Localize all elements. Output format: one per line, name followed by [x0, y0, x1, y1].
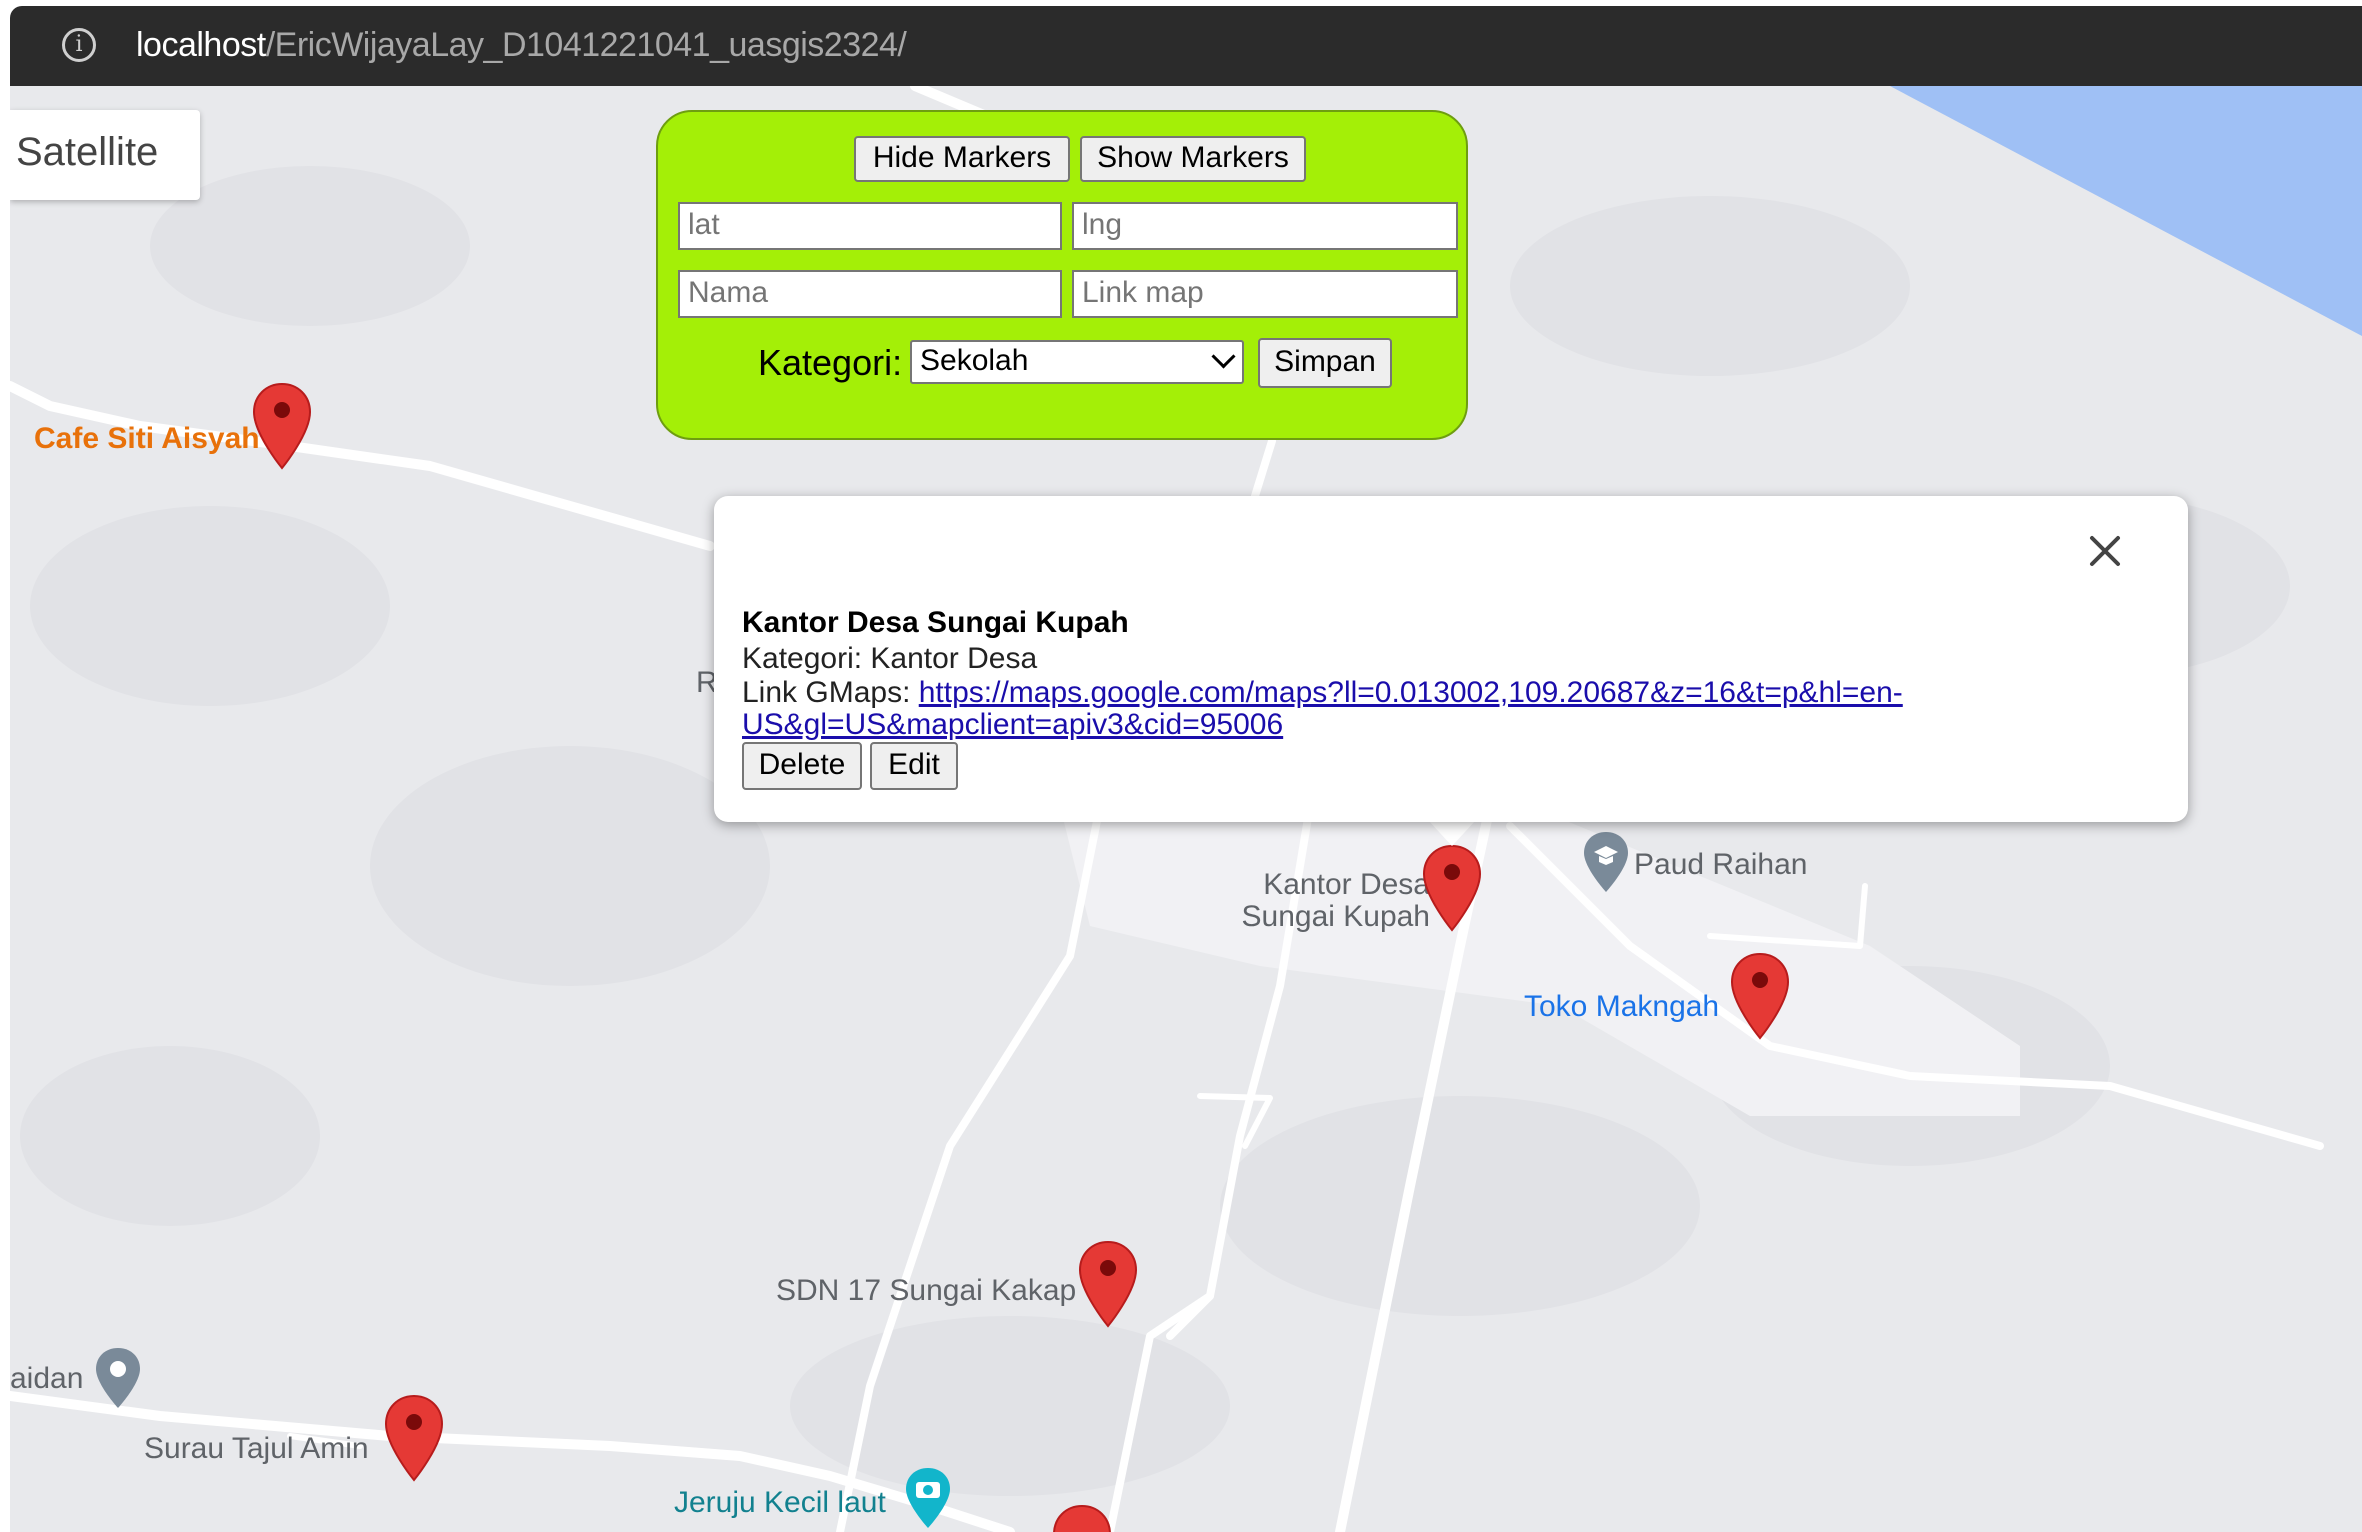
- marker-form-panel: Hide Markers Show Markers lat lng Nama L…: [656, 110, 1468, 440]
- place-label-kantor-line2[interactable]: Sungai Kupah: [1230, 900, 1431, 934]
- link-map-placeholder: Link map: [1082, 276, 1204, 309]
- url-text[interactable]: localhost/EricWijayaLay_D1041221041_uasg…: [136, 26, 907, 65]
- place-label-aidan[interactable]: aidan: [10, 1362, 83, 1396]
- info-window-kategori: Kategori: Kantor Desa: [742, 642, 1038, 675]
- place-label-sdn[interactable]: SDN 17 Sungai Kakap: [776, 1274, 1076, 1308]
- place-label-kantor-line1[interactable]: Kantor Desa: [1250, 868, 1430, 902]
- satellite-label: Satellite: [16, 130, 159, 174]
- school-poi-icon[interactable]: [1582, 830, 1630, 896]
- lat-placeholder: lat: [688, 208, 720, 241]
- place-label-paud[interactable]: Paud Raihan: [1634, 848, 1807, 882]
- gmaps-link-part2[interactable]: US&gl=US&mapclient=apiv3&cid=95006: [742, 708, 1283, 742]
- info-circle-icon[interactable]: i: [62, 28, 96, 62]
- info-window-link-line: Link GMaps: https://maps.google.com/maps…: [742, 676, 1903, 710]
- kategori-label: Kategori:: [758, 342, 903, 383]
- url-path: /EricWijayaLay_D1041221041_uasgis2324/: [265, 26, 907, 64]
- kategori-selected-value: Sekolah: [920, 344, 1029, 377]
- info-window-tail: [1428, 820, 1476, 846]
- show-markers-button[interactable]: Show Markers: [1080, 136, 1306, 182]
- info-window-title: Kantor Desa Sungai Kupah: [742, 606, 1129, 639]
- lng-placeholder: lng: [1082, 208, 1123, 241]
- edit-button[interactable]: Edit: [870, 742, 958, 790]
- marker-surau-tajul-amin[interactable]: [384, 1394, 444, 1482]
- url-host: localhost: [136, 26, 266, 64]
- browser-address-bar[interactable]: i localhost/EricWijayaLay_D1041221041_ua…: [10, 6, 2362, 86]
- lat-input[interactable]: lat: [678, 202, 1062, 250]
- map-canvas[interactable]: Satellite Hide Markers Show Markers lat …: [10, 86, 2362, 1532]
- camera-poi-icon[interactable]: [904, 1466, 952, 1532]
- place-label-jeruju[interactable]: Jeruju Kecil laut: [674, 1486, 886, 1520]
- marker-cafe-siti-aisyah[interactable]: [252, 382, 312, 470]
- info-window-link-prefix: Link GMaps:: [742, 676, 919, 709]
- marker-kantor-desa[interactable]: [1422, 844, 1482, 932]
- nama-input[interactable]: Nama: [678, 270, 1062, 318]
- close-icon[interactable]: [2080, 526, 2130, 576]
- pin-poi-icon[interactable]: [94, 1346, 142, 1412]
- place-label-cafe[interactable]: Cafe Siti Aisyah: [34, 422, 260, 456]
- kategori-select[interactable]: Sekolah: [910, 340, 1244, 384]
- marker-toko-makngah[interactable]: [1730, 952, 1790, 1040]
- marker-bottom-partial[interactable]: [1052, 1504, 1112, 1532]
- marker-sdn-17[interactable]: [1078, 1240, 1138, 1328]
- link-map-input[interactable]: Link map: [1072, 270, 1458, 318]
- info-window: Kantor Desa Sungai Kupah Kategori: Kanto…: [714, 496, 2188, 822]
- place-label-surau[interactable]: Surau Tajul Amin: [144, 1432, 369, 1466]
- hide-markers-button[interactable]: Hide Markers: [854, 136, 1070, 182]
- place-label-toko[interactable]: Toko Makngah: [1524, 990, 1719, 1024]
- chevron-down-icon: [1211, 344, 1236, 369]
- lng-input[interactable]: lng: [1072, 202, 1458, 250]
- satellite-map-type-button[interactable]: Satellite: [10, 110, 200, 200]
- nama-placeholder: Nama: [688, 276, 769, 309]
- gmaps-link-part1[interactable]: https://maps.google.com/maps?ll=0.013002…: [919, 676, 1903, 709]
- delete-button[interactable]: Delete: [742, 742, 862, 790]
- simpan-button[interactable]: Simpan: [1258, 338, 1392, 388]
- river-water: [1890, 86, 2362, 336]
